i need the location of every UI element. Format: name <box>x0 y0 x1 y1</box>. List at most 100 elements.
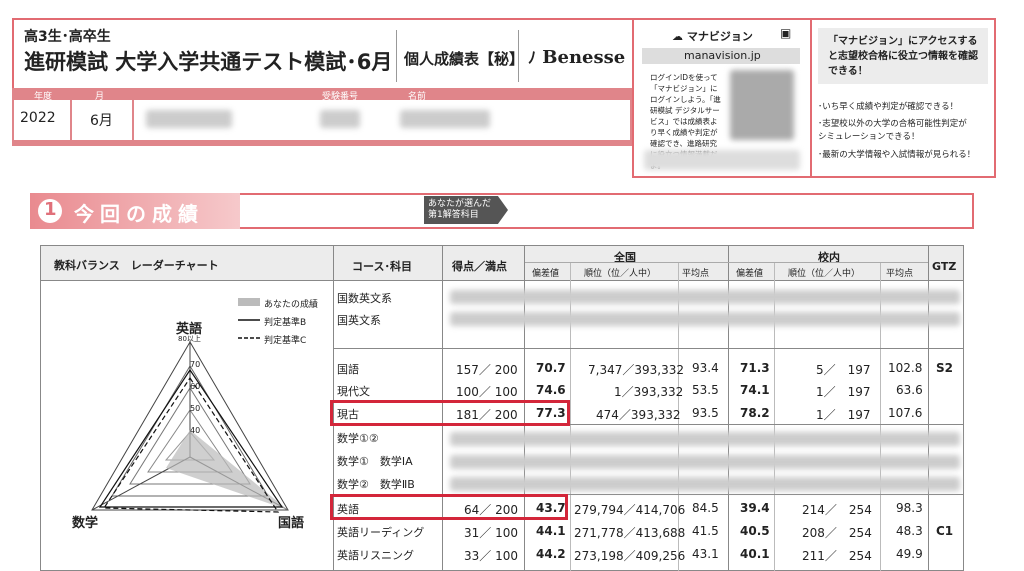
score: 31／ 100 <box>464 526 519 540</box>
sub-avg-national: 平均点 <box>682 269 710 279</box>
grade-label: 高3生･高卒生 <box>24 29 111 45</box>
dev-school: 78.2 <box>740 406 770 420</box>
tick-label: 70 <box>190 360 201 369</box>
dev-school: 74.1 <box>740 383 770 397</box>
sub-avg-school: 平均点 <box>886 269 914 279</box>
legend-c: 判定基準C <box>264 336 307 346</box>
dev-school: 71.3 <box>740 361 770 375</box>
legend-score: あなたの成績 <box>264 300 319 310</box>
grid-v <box>570 262 571 571</box>
manavision-logo: ☁ マナビジョン <box>672 30 753 43</box>
redacted-row <box>450 477 960 491</box>
axis-label-left: 数学 <box>72 516 99 531</box>
redacted-row <box>450 432 960 446</box>
avg-school: 102.8 <box>888 361 923 375</box>
row-label: 英語リスニング <box>337 549 414 562</box>
score: 33／ 100 <box>464 549 519 563</box>
avg-national: 41.5 <box>692 524 719 538</box>
gtz: C1 <box>936 524 954 538</box>
avg-national: 93.5 <box>692 406 719 420</box>
axis-label-top-sub: 80以上 <box>178 335 201 343</box>
highlight-english <box>330 494 568 520</box>
redacted-row <box>450 455 960 469</box>
avg-national: 93.4 <box>692 361 719 375</box>
row-label: 数学② 数学ⅡB <box>337 478 415 491</box>
promo-item: ･志望校以外の大学の合格可能性判定がシミュレーションできる！ <box>818 119 967 142</box>
row-label: 数学① 数学ⅠA <box>337 455 413 468</box>
grid-h <box>334 348 963 349</box>
avg-national: 53.5 <box>692 383 719 397</box>
col-score: 得点／満点 <box>452 260 507 273</box>
section-number: 1 <box>44 199 57 220</box>
benesse-mark-icon: ﾉ <box>528 48 537 67</box>
rank-school: 208／ 254 <box>802 526 872 540</box>
dev-national: 44.2 <box>536 547 566 561</box>
rank-national: 1／393,332 <box>614 385 684 399</box>
avg-school: 63.6 <box>896 383 923 397</box>
rank-national: 273,198／409,256 <box>574 549 686 563</box>
redacted-row <box>450 312 960 326</box>
score: 157／ 200 <box>456 363 518 377</box>
manavision-url[interactable]: manavision.jp <box>684 49 761 62</box>
tick-label: 50 <box>190 404 201 413</box>
sub-rank-school: 順位（位／人中） <box>788 269 861 279</box>
rank-national: 7,347／393,332 <box>588 363 684 377</box>
dev-school: 40.1 <box>740 547 770 561</box>
report-title: 個人成績表【秘】 <box>404 50 525 68</box>
rank-school: 1／ 197 <box>816 408 871 422</box>
dev-national: 70.7 <box>536 361 566 375</box>
rank-school: 211／ 254 <box>802 549 872 563</box>
grid-h <box>525 262 928 263</box>
dev-national: 44.1 <box>536 524 566 538</box>
sub-dev-school: 偏差値 <box>736 269 764 279</box>
row-label: 現代文 <box>337 385 370 398</box>
cloud-icon: ☁ <box>672 30 683 43</box>
rank-school: 214／ 254 <box>802 503 872 517</box>
dev-national: 74.6 <box>536 383 566 397</box>
promo-item: ･最新の大学情報や入試情報が見られる！ <box>818 150 976 160</box>
dev-school: 40.5 <box>740 524 770 538</box>
rank-national: 279,794／414,706 <box>574 503 686 517</box>
redacted-id <box>320 110 360 128</box>
redacted-login-id <box>644 150 800 170</box>
qr-code[interactable] <box>730 70 794 140</box>
device-icon: ▣ <box>780 26 792 40</box>
row-label: 数学①② <box>337 432 379 445</box>
avg-school: 98.3 <box>896 501 923 515</box>
legend-swatch-score <box>238 298 260 306</box>
redacted-student-code <box>146 110 232 128</box>
rank-school: 1／ 197 <box>816 385 871 399</box>
row-label: 国語 <box>337 363 359 376</box>
col-course: コース･科目 <box>352 260 412 273</box>
redacted-row <box>450 290 960 304</box>
promo-item: ･いち早く成績や判定が確認できる！ <box>818 102 959 112</box>
sub-rank-national: 順位（位／人中） <box>584 269 657 279</box>
grid-v <box>880 262 881 571</box>
grid-v <box>774 262 775 571</box>
redacted-name <box>400 110 490 128</box>
sub-dev-national: 偏差値 <box>532 269 560 279</box>
vertical-divider <box>396 30 397 82</box>
gtz: S2 <box>936 361 953 375</box>
row-label: 国英文系 <box>337 314 381 327</box>
tick-label: 60 <box>190 382 201 391</box>
avg-national: 84.5 <box>692 501 719 515</box>
highlight-gendaiko <box>330 400 570 426</box>
your-score-area <box>166 430 288 510</box>
legend-b: 判定基準B <box>264 318 307 328</box>
chart-panel-title: 教科バランス レーダーチャート <box>54 259 219 272</box>
tick-label: 40 <box>190 426 201 435</box>
rank-national: 474／393,332 <box>596 408 681 422</box>
avg-school: 107.6 <box>888 406 923 420</box>
rank-national: 271,778／413,688 <box>574 526 686 540</box>
rank-school: 5／ 197 <box>816 363 871 377</box>
dev-school: 39.4 <box>740 501 770 515</box>
promo-title: 「マナビジョン」にアクセスすると志望校合格に役立つ情報を確認できる！ <box>828 36 978 77</box>
score: 100／ 100 <box>456 385 518 399</box>
avg-school: 48.3 <box>896 524 923 538</box>
section-title: 今回の成績 <box>74 202 204 226</box>
avg-school: 49.9 <box>896 547 923 561</box>
row-label: 国数英文系 <box>337 292 392 305</box>
benesse-logo: ﾉ Benesse <box>528 47 626 68</box>
exam-title: 進研模試 大学入学共通テスト模試･6月 <box>24 50 393 74</box>
